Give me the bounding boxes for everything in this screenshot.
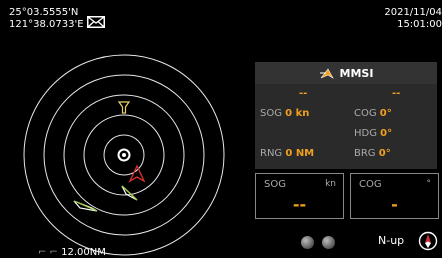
date-time: 2021/11/04 15:01:00 bbox=[384, 7, 442, 31]
own-ship-icon bbox=[117, 148, 131, 162]
target-info-panel: MMSI -- -- SOG 0 kn COG 0° HDG 0° RNG 0 … bbox=[255, 62, 437, 169]
longitude: 121°38.0733'E bbox=[9, 19, 84, 30]
mail-icon[interactable] bbox=[87, 16, 105, 28]
brg-row: BRG 0° bbox=[354, 148, 391, 159]
cog-box: COG ° - bbox=[350, 173, 439, 219]
hdg-label: HDG bbox=[354, 128, 377, 139]
panel-title: MMSI bbox=[339, 66, 374, 80]
top-bar: 25°03.5555'N 121°38.0733'E 2021/11/04 15… bbox=[0, 0, 442, 45]
ais-target-icon bbox=[121, 185, 138, 201]
compass-icon[interactable] bbox=[418, 231, 438, 251]
brg-value: 0° bbox=[378, 148, 391, 159]
latitude: 25°03.5555'N bbox=[9, 7, 79, 18]
status-indicator bbox=[322, 236, 335, 249]
range-value: 12.00NM bbox=[61, 247, 106, 258]
ais-target-icon bbox=[319, 68, 334, 79]
brg-label: BRG bbox=[354, 148, 376, 159]
hdg-value: 0° bbox=[380, 128, 393, 139]
cog-label: COG bbox=[354, 108, 377, 119]
left-placeholder: -- bbox=[299, 88, 308, 99]
range-prefix: ⌐ ⌐ bbox=[38, 247, 58, 258]
sog-box-unit: kn bbox=[325, 179, 336, 189]
range-label: ⌐ ⌐ 12.00NM bbox=[38, 247, 106, 258]
rng-label: RNG bbox=[260, 148, 283, 159]
cog-value: 0° bbox=[379, 108, 392, 119]
sog-row: SOG 0 kn bbox=[260, 108, 309, 119]
waypoint-icon bbox=[117, 101, 131, 114]
sog-value: 0 kn bbox=[285, 108, 310, 119]
right-placeholder: -- bbox=[392, 88, 401, 99]
hdg-row: HDG 0° bbox=[354, 128, 392, 139]
radar-plot[interactable] bbox=[0, 45, 255, 258]
cog-box-value: - bbox=[391, 195, 398, 214]
sog-box-value: -- bbox=[292, 195, 307, 214]
cog-box-label: COG bbox=[359, 179, 382, 190]
rng-value: 0 NM bbox=[285, 148, 315, 159]
time: 15:01:00 bbox=[397, 19, 442, 30]
date: 2021/11/04 bbox=[384, 7, 442, 18]
panel-header: MMSI bbox=[255, 62, 437, 84]
sog-box: SOG kn -- bbox=[255, 173, 344, 219]
cog-row: COG 0° bbox=[354, 108, 392, 119]
rng-row: RNG 0 NM bbox=[260, 148, 314, 159]
sog-box-label: SOG bbox=[264, 179, 286, 190]
orientation-mode-button[interactable]: N-up bbox=[378, 234, 404, 247]
sog-label: SOG bbox=[260, 108, 282, 119]
position-readout: 25°03.5555'N 121°38.0733'E bbox=[9, 7, 84, 31]
status-indicator bbox=[301, 236, 314, 249]
cog-box-unit: ° bbox=[426, 179, 432, 189]
